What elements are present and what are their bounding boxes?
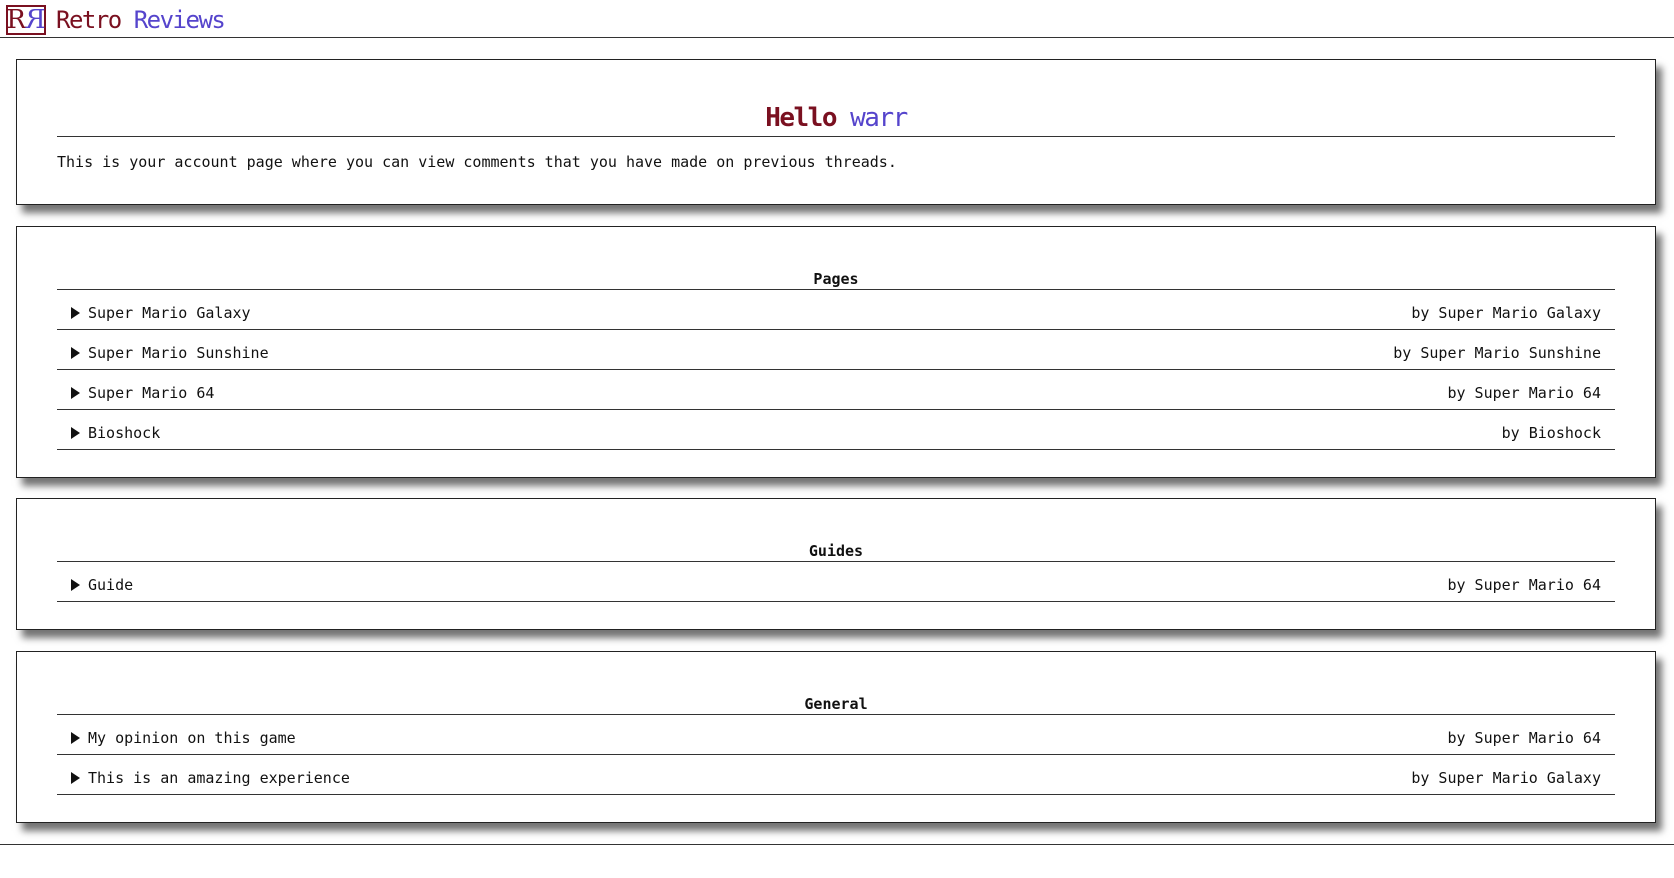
comment-title: Guide <box>88 575 134 594</box>
top-navbar: RR Retro Reviews <box>0 0 1674 38</box>
page-title: Hello warr <box>57 100 1615 137</box>
comment-title: Super Mario 64 <box>88 383 215 402</box>
general-section-card: General My opinion on this game by Super… <box>16 651 1656 823</box>
comment-row[interactable]: Super Mario Sunshine by Super Mario Suns… <box>57 330 1615 370</box>
comment-title: My opinion on this game <box>88 728 296 747</box>
logo-letter-left: R <box>6 4 26 35</box>
footer-divider <box>0 844 1674 845</box>
comment-title: Super Mario Galaxy <box>88 303 251 322</box>
pages-section-card: Pages Super Mario Galaxy by Super Mario … <box>16 226 1656 478</box>
comment-row[interactable]: This is an amazing experience by Super M… <box>57 755 1615 795</box>
comment-toggle[interactable]: Super Mario Galaxy <box>71 304 251 322</box>
comment-toggle[interactable]: Super Mario Sunshine <box>71 344 269 362</box>
site-brand-link[interactable]: Retro Reviews <box>56 5 226 34</box>
comment-toggle[interactable]: My opinion on this game <box>71 729 296 747</box>
comment-author: by Super Mario 64 <box>1447 728 1601 747</box>
username-text: warr <box>850 103 908 133</box>
site-logo[interactable]: RR <box>6 4 46 35</box>
comment-author: by Super Mario 64 <box>1447 383 1601 402</box>
comment-title: This is an amazing experience <box>88 768 350 787</box>
greeting-text: Hello <box>765 103 837 133</box>
expand-triangle-icon <box>71 386 80 399</box>
account-card: Hello warr This is your account page whe… <box>16 59 1656 205</box>
comment-toggle[interactable]: Bioshock <box>71 424 160 442</box>
guides-section-card: Guides Guide by Super Mario 64 <box>16 498 1656 630</box>
account-intro-text: This is your account page where you can … <box>57 153 897 171</box>
expand-triangle-icon <box>71 578 80 591</box>
section-title-general: General <box>57 694 1615 715</box>
comment-toggle[interactable]: This is an amazing experience <box>71 769 350 787</box>
logo-letter-right: R <box>26 4 46 35</box>
section-title-guides: Guides <box>57 541 1615 562</box>
brand-word-1: Retro <box>56 5 122 34</box>
comment-author: by Super Mario Sunshine <box>1393 343 1601 362</box>
brand-word-2: Reviews <box>133 5 226 34</box>
section-title-pages: Pages <box>57 269 1615 290</box>
comment-title: Bioshock <box>88 423 161 442</box>
expand-triangle-icon <box>71 346 80 359</box>
comment-author: by Super Mario 64 <box>1447 575 1601 594</box>
comment-row[interactable]: Super Mario Galaxy by Super Mario Galaxy <box>57 290 1615 330</box>
comment-author: by Super Mario Galaxy <box>1411 303 1601 322</box>
comment-title: Super Mario Sunshine <box>88 343 269 362</box>
comment-row[interactable]: My opinion on this game by Super Mario 6… <box>57 715 1615 755</box>
expand-triangle-icon <box>71 771 80 784</box>
comment-author: by Super Mario Galaxy <box>1411 768 1601 787</box>
expand-triangle-icon <box>71 306 80 319</box>
expand-triangle-icon <box>71 731 80 744</box>
expand-triangle-icon <box>71 426 80 439</box>
comment-toggle[interactable]: Super Mario 64 <box>71 384 214 402</box>
comment-row[interactable]: Bioshock by Bioshock <box>57 410 1615 450</box>
comment-toggle[interactable]: Guide <box>71 576 133 594</box>
comment-row[interactable]: Super Mario 64 by Super Mario 64 <box>57 370 1615 410</box>
comment-row[interactable]: Guide by Super Mario 64 <box>57 562 1615 602</box>
comment-author: by Bioshock <box>1501 423 1601 442</box>
